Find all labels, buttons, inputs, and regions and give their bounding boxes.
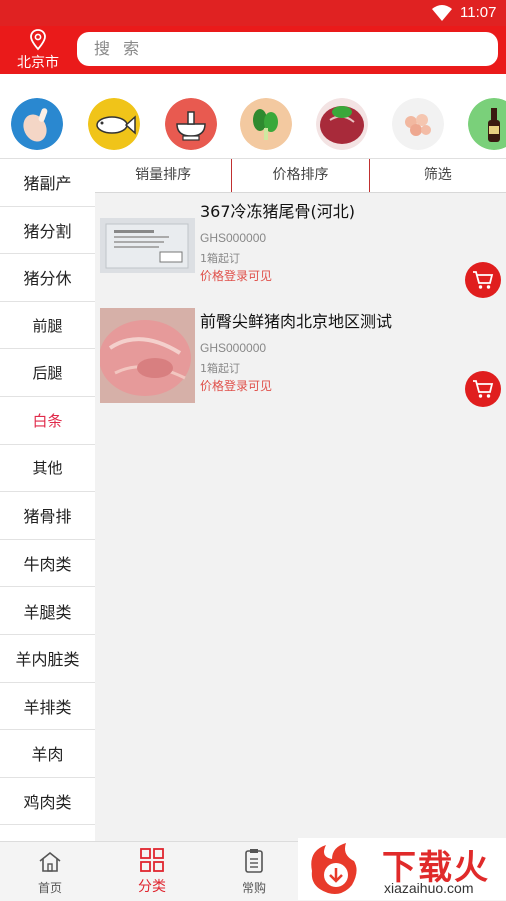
sidebar-item[interactable]: 牛肉类 bbox=[0, 540, 95, 588]
product-image bbox=[100, 308, 195, 403]
product-code: GHS000000 bbox=[200, 341, 267, 355]
sidebar-item[interactable]: 羊肉 bbox=[0, 730, 95, 778]
price-hint: 价格登录可见 bbox=[200, 379, 273, 393]
vegetable-icon[interactable] bbox=[240, 98, 292, 150]
sort-by-price-button[interactable]: 价格排序 bbox=[231, 159, 368, 192]
product-card[interactable]: 前臀尖鲜猪肉北京地区测试 GHS000000 1箱起订 价格登录可见 bbox=[95, 308, 506, 416]
tab-label: 常购 bbox=[241, 881, 266, 895]
flame-logo-icon bbox=[311, 843, 357, 894]
clock: 11:07 bbox=[460, 4, 497, 21]
grid-icon bbox=[140, 848, 164, 872]
sidebar-item[interactable]: 鸡肉类 bbox=[0, 778, 95, 826]
add-to-cart-button[interactable] bbox=[465, 262, 501, 298]
sort-bar: 销量排序 价格排序 筛选 bbox=[95, 159, 506, 193]
min-order-label: 1箱起订 bbox=[200, 362, 240, 375]
tab-frequent[interactable]: 常购 bbox=[204, 842, 304, 901]
product-name: 367冷冻猪尾骨(河北) bbox=[200, 202, 356, 221]
product-list: 367冷冻猪尾骨(河北) GHS000000 1箱起订 价格登录可见 前臀尖鲜猪… bbox=[95, 193, 506, 841]
home-icon bbox=[39, 851, 61, 872]
hotpot-icon[interactable] bbox=[165, 98, 217, 150]
tab-home[interactable]: 首页 bbox=[0, 842, 100, 901]
sauce-bottle-icon[interactable] bbox=[468, 98, 506, 150]
sidebar-item[interactable]: 其他 bbox=[0, 445, 95, 493]
filter-button[interactable]: 筛选 bbox=[368, 159, 506, 192]
app-header: 北京市 搜 索 bbox=[0, 26, 506, 74]
product-card[interactable]: 367冷冻猪尾骨(河北) GHS000000 1箱起订 价格登录可见 bbox=[95, 198, 506, 306]
product-code: GHS000000 bbox=[200, 231, 267, 245]
sidebar-item[interactable]: 羊腿类 bbox=[0, 587, 95, 635]
category-strip bbox=[0, 74, 506, 159]
product-name: 前臀尖鲜猪肉北京地区测试 bbox=[200, 312, 393, 331]
shrimp-icon[interactable] bbox=[392, 98, 444, 150]
tab-label: 首页 bbox=[37, 881, 62, 895]
search-input[interactable]: 搜 索 bbox=[77, 32, 498, 66]
price-hint: 价格登录可见 bbox=[200, 269, 273, 283]
beef-icon[interactable] bbox=[316, 98, 368, 150]
min-order-label: 1箱起订 bbox=[200, 252, 240, 265]
tab-label: 分类 bbox=[138, 879, 166, 895]
site-watermark: 下载火 xiazaihuo.com bbox=[298, 838, 506, 900]
sidebar-item[interactable]: 羊内脏类 bbox=[0, 635, 95, 683]
sidebar-item[interactable]: 猪骨排 bbox=[0, 492, 95, 540]
clipboard-icon bbox=[245, 849, 263, 873]
cart-icon bbox=[473, 271, 494, 289]
product-image bbox=[100, 218, 195, 273]
cart-icon bbox=[473, 380, 494, 398]
city-label: 北京市 bbox=[17, 54, 59, 70]
sort-by-sales-button[interactable]: 销量排序 bbox=[95, 159, 231, 192]
watermark-site: xiazaihuo.com bbox=[384, 880, 474, 896]
sidebar-item[interactable]: 后腿 bbox=[0, 349, 95, 397]
add-to-cart-button[interactable] bbox=[465, 371, 501, 407]
chicken-leg-icon[interactable] bbox=[11, 98, 63, 150]
sidebar-item[interactable]: 猪副产 bbox=[0, 159, 95, 207]
tab-category[interactable]: 分类 bbox=[102, 842, 202, 901]
sidebar-item[interactable]: 猪分休 bbox=[0, 254, 95, 302]
location-pin-icon bbox=[30, 29, 46, 51]
sidebar-item[interactable]: 前腿 bbox=[0, 302, 95, 350]
sidebar-item[interactable]: 羊排类 bbox=[0, 683, 95, 731]
sidebar-item[interactable]: 猪分割 bbox=[0, 207, 95, 255]
location-selector[interactable]: 北京市 bbox=[0, 26, 76, 74]
status-bar: 11:07 bbox=[0, 0, 506, 26]
sidebar-item-active[interactable]: 白条 bbox=[0, 397, 95, 445]
wifi-icon bbox=[432, 5, 452, 21]
category-sidebar: 猪副产 猪分割 猪分休 前腿 后腿 白条 其他 猪骨排 牛肉类 羊腿类 羊内脏类… bbox=[0, 159, 96, 841]
fish-icon[interactable] bbox=[88, 98, 140, 150]
